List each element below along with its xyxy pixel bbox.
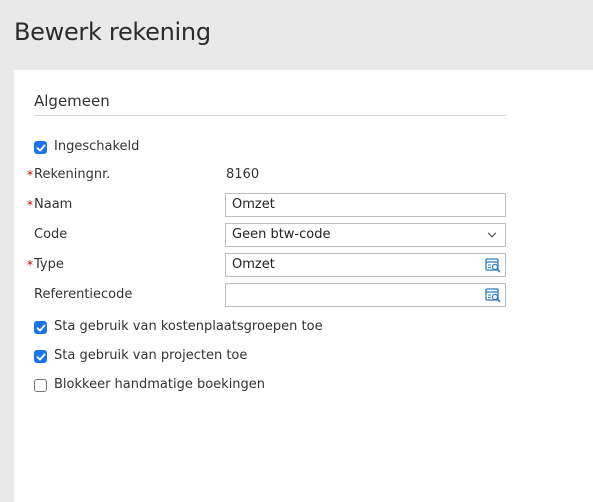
checkmark-icon [36, 353, 46, 361]
checkmark-icon [36, 324, 46, 332]
type-input[interactable]: Omzet [225, 253, 506, 277]
allow-cost-center-groups-row: Sta gebruik van kostenplaatsgroepen toe [14, 319, 574, 335]
account-number-row: * Rekeningnr. 8160 [14, 163, 574, 187]
required-marker: * [27, 198, 33, 212]
block-manual-entries-label: Blokkeer handmatige boekingen [54, 377, 266, 392]
name-input[interactable]: Omzet [225, 193, 506, 217]
name-row: * Naam Omzet [14, 193, 574, 217]
page-header: Bewerk rekening [0, 0, 593, 70]
account-number-value: 8160 [226, 167, 260, 182]
allow-projects-row: Sta gebruik van projecten toe [14, 348, 574, 364]
reference-code-row: Referentiecode [14, 283, 574, 307]
code-row: Code Geen btw-code [14, 223, 574, 247]
code-label: Code [34, 227, 68, 242]
section-title: Algemeen [34, 92, 110, 110]
allow-cost-center-groups-checkbox[interactable] [34, 321, 47, 334]
type-label: Type [34, 257, 64, 272]
reference-code-input[interactable] [225, 283, 506, 307]
enabled-label: Ingeschakeld [54, 139, 140, 154]
lookup-icon[interactable] [485, 257, 501, 273]
chevron-down-icon [487, 232, 497, 238]
code-select-value: Geen btw-code [232, 227, 331, 242]
section-divider [34, 115, 506, 116]
enabled-row: Ingeschakeld [14, 139, 574, 155]
page-title: Bewerk rekening [14, 18, 211, 46]
allow-cost-center-groups-label: Sta gebruik van kostenplaatsgroepen toe [54, 319, 323, 334]
enabled-checkbox[interactable] [34, 141, 47, 154]
code-select[interactable]: Geen btw-code [225, 223, 506, 247]
name-label: Naam [34, 197, 73, 212]
account-number-label: Rekeningnr. [34, 167, 111, 182]
allow-projects-checkbox[interactable] [34, 350, 47, 363]
required-marker: * [27, 258, 33, 272]
reference-code-label: Referentiecode [34, 287, 133, 302]
required-marker: * [27, 168, 33, 182]
block-manual-entries-row: Blokkeer handmatige boekingen [14, 377, 574, 393]
edit-account-panel: Algemeen Ingeschakeld * Rekeningnr. 8160… [14, 70, 593, 502]
type-input-value: Omzet [232, 257, 275, 272]
type-row: * Type Omzet [14, 253, 574, 277]
name-input-value: Omzet [232, 197, 275, 212]
lookup-icon[interactable] [485, 287, 501, 303]
block-manual-entries-checkbox[interactable] [34, 379, 47, 392]
allow-projects-label: Sta gebruik van projecten toe [54, 348, 248, 363]
checkmark-icon [36, 144, 46, 152]
